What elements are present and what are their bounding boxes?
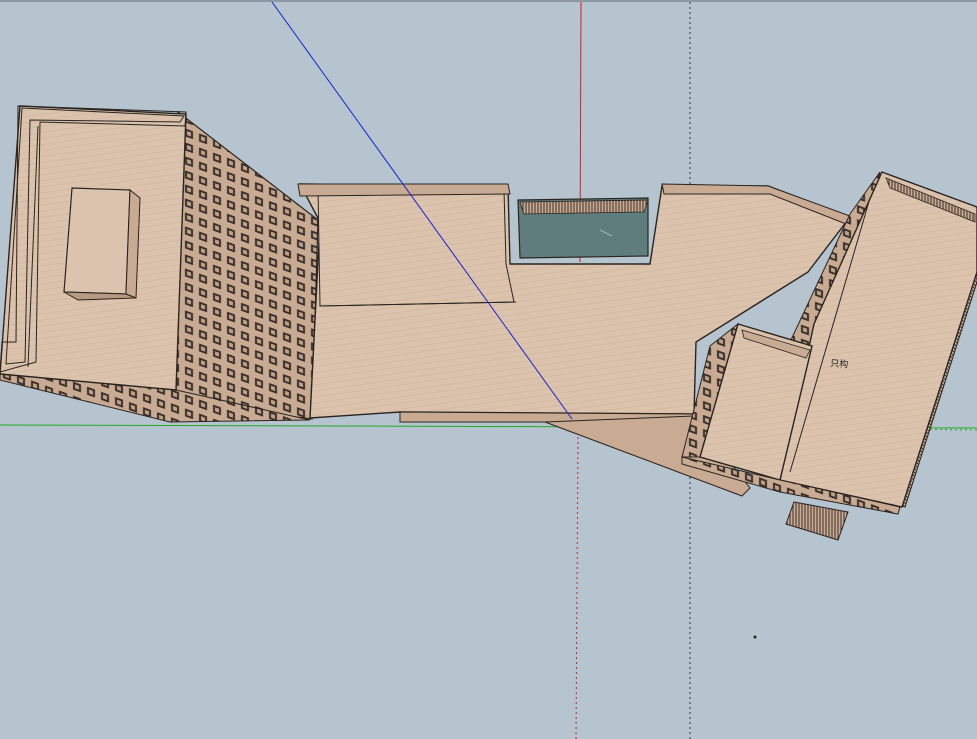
rooftop-box-top <box>63 187 131 295</box>
model-canvas[interactable]: 只构 <box>0 2 977 739</box>
exterior-stair <box>785 501 849 541</box>
red-axis-dotted <box>575 431 579 739</box>
point-marker <box>753 635 757 639</box>
sketchup-viewport[interactable]: 只构 <box>0 0 977 739</box>
courtyard-glass-rail <box>519 199 649 215</box>
left-tower-facade <box>175 110 319 420</box>
middle-block-left-wing <box>317 187 515 307</box>
